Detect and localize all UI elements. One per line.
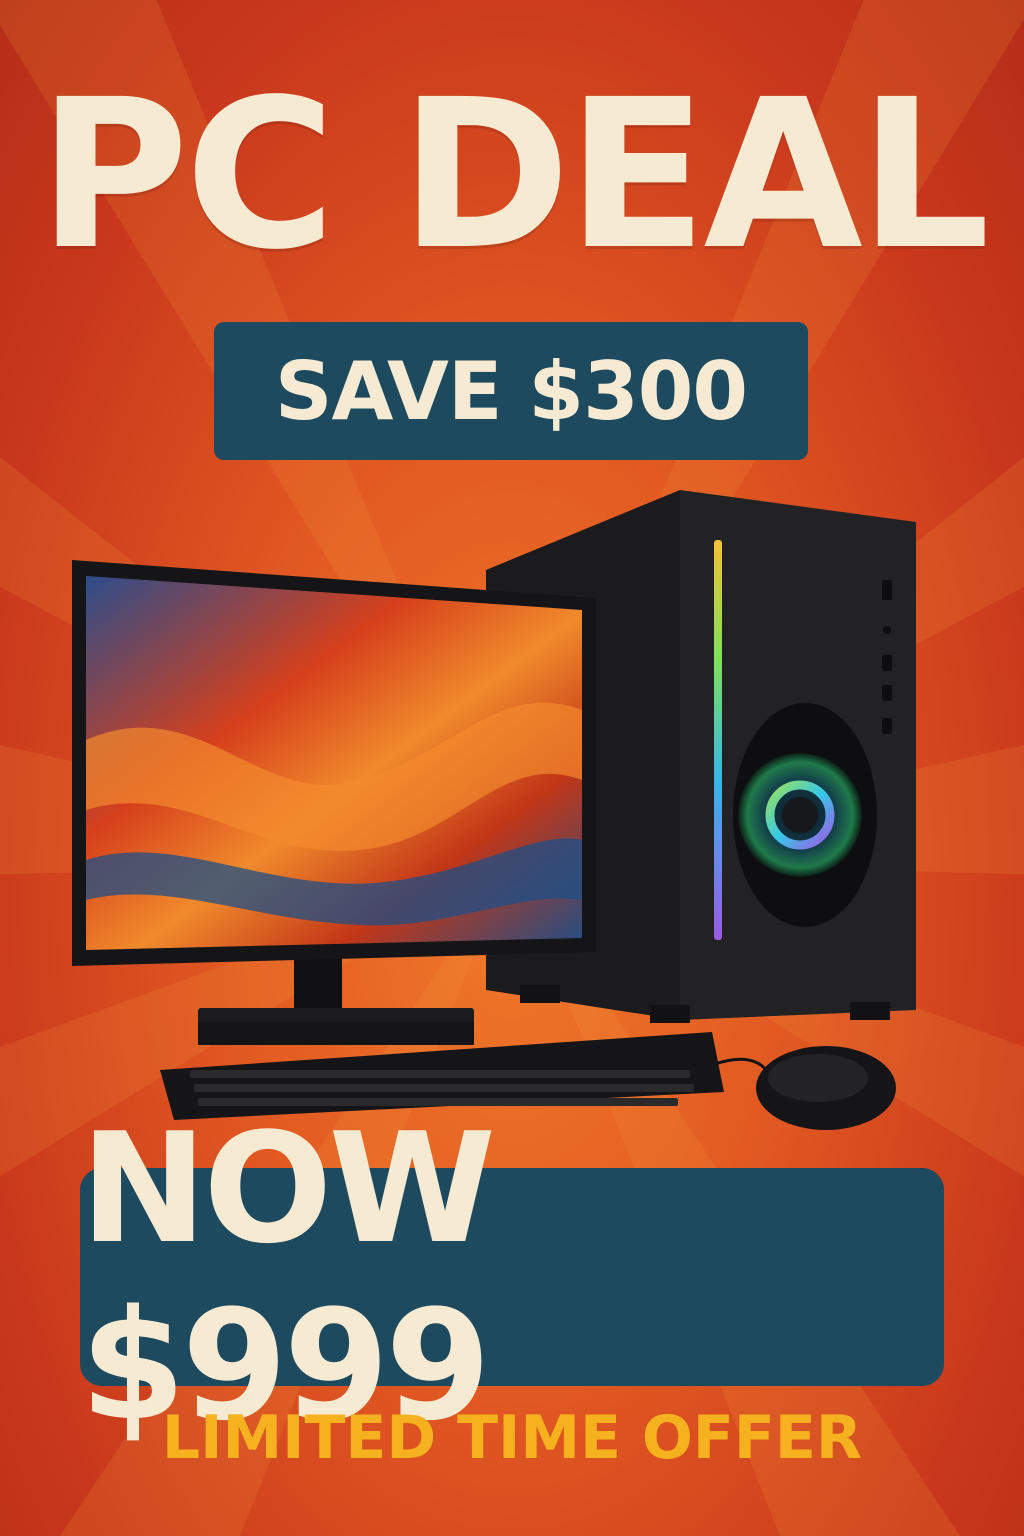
save-badge: SAVE $300 <box>214 322 808 460</box>
price-badge: NOW $999 <box>80 1100 944 1454</box>
poster: PC DEAL SAVE $300 NOW $999 LIMITED TIME … <box>0 0 1024 1536</box>
save-text: SAVE $300 <box>274 344 748 438</box>
headline: PC DEAL <box>37 55 990 295</box>
tagline: LIMITED TIME OFFER <box>161 1403 863 1473</box>
pc-setup-illustration <box>72 490 916 1130</box>
